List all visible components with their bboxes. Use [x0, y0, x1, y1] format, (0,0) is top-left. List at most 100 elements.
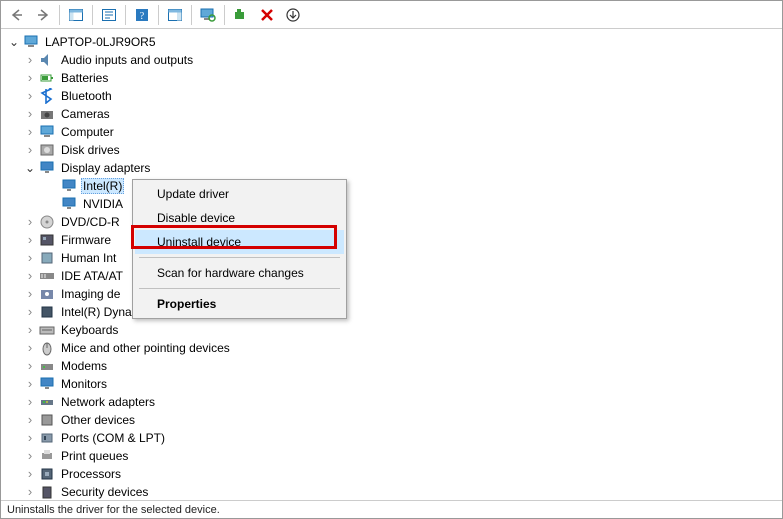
cpu-icon	[39, 466, 55, 482]
tree-category[interactable]: Audio inputs and outputs	[5, 51, 782, 69]
audio-icon	[39, 52, 55, 68]
tree-category[interactable]: Firmware	[5, 231, 782, 249]
tree-category[interactable]: Display adapters	[5, 159, 782, 177]
pane2-icon	[168, 9, 182, 21]
toolbar-back-button[interactable]	[5, 4, 29, 26]
expand-toggle[interactable]	[23, 71, 37, 85]
expand-toggle[interactable]	[7, 35, 21, 49]
expand-toggle[interactable]	[23, 467, 37, 481]
context-menu-item[interactable]: Disable device	[135, 206, 344, 230]
tree-category[interactable]: Bluetooth	[5, 87, 782, 105]
tree-category[interactable]: IDE ATA/AT	[5, 267, 782, 285]
context-menu-separator	[139, 257, 340, 258]
battery-icon	[39, 70, 55, 86]
context-menu-item[interactable]: Update driver	[135, 182, 344, 206]
help-icon: ?	[135, 8, 149, 22]
expand-toggle[interactable]	[23, 305, 37, 319]
status-bar: Uninstalls the driver for the selected d…	[1, 500, 782, 518]
remove-x-icon	[260, 8, 274, 22]
tree-category[interactable]: Modems	[5, 357, 782, 375]
tree-category[interactable]: Batteries	[5, 69, 782, 87]
toolbar-showpane-button[interactable]	[64, 4, 88, 26]
expand-toggle[interactable]	[23, 125, 37, 139]
tree-category-label: Computer	[59, 125, 116, 139]
expand-toggle[interactable]	[23, 323, 37, 337]
toolbar-forward-button[interactable]	[31, 4, 55, 26]
expand-toggle[interactable]	[23, 359, 37, 373]
toolbar-uninstall-button[interactable]	[255, 4, 279, 26]
expand-toggle[interactable]	[23, 395, 37, 409]
expand-none	[45, 179, 59, 193]
expand-toggle[interactable]	[23, 107, 37, 121]
expand-toggle[interactable]	[23, 89, 37, 103]
expand-toggle[interactable]	[23, 485, 37, 499]
toolbar-addlegacy-button[interactable]	[229, 4, 253, 26]
toolbar: ?	[1, 1, 782, 29]
tree-category[interactable]: Computer	[5, 123, 782, 141]
computer-scan-icon	[200, 8, 216, 22]
tree-category-label: Mice and other pointing devices	[59, 341, 232, 355]
tree-device-label: NVIDIA	[81, 197, 125, 211]
expand-toggle[interactable]	[23, 143, 37, 157]
firmware-icon	[39, 232, 55, 248]
print-icon	[39, 448, 55, 464]
ide-icon	[39, 268, 55, 284]
tree-category[interactable]: Cameras	[5, 105, 782, 123]
arrow-left-icon	[10, 8, 24, 22]
tree-category[interactable]: Print queues	[5, 447, 782, 465]
tree-category[interactable]: Intel(R) Dynamic Platform and Thermal Fr…	[5, 303, 782, 321]
expand-toggle[interactable]	[23, 449, 37, 463]
toolbar-scan-button[interactable]	[196, 4, 220, 26]
context-menu-item[interactable]: Uninstall device	[135, 230, 344, 254]
tree-category-label: Modems	[59, 359, 109, 373]
expand-toggle[interactable]	[23, 161, 37, 175]
context-menu-item[interactable]: Scan for hardware changes	[135, 261, 344, 285]
toolbar-action-button[interactable]	[163, 4, 187, 26]
pane-icon	[69, 9, 83, 21]
tree-category[interactable]: DVD/CD-R	[5, 213, 782, 231]
expand-none	[45, 197, 59, 211]
device-tree[interactable]: LAPTOP-0LJR9OR5 Audio inputs and outputs…	[1, 29, 782, 500]
tree-category[interactable]: Mice and other pointing devices	[5, 339, 782, 357]
toolbar-properties-button[interactable]	[97, 4, 121, 26]
tree-device[interactable]: NVIDIA	[5, 195, 782, 213]
expand-toggle[interactable]	[23, 287, 37, 301]
expand-toggle[interactable]	[23, 413, 37, 427]
computer-icon	[39, 124, 55, 140]
tree-category[interactable]: Keyboards	[5, 321, 782, 339]
network-icon	[39, 394, 55, 410]
circle-down-icon	[286, 8, 300, 22]
expand-toggle[interactable]	[23, 341, 37, 355]
properties-icon	[102, 9, 116, 21]
tree-category-label: Security devices	[59, 485, 150, 499]
context-menu-item[interactable]: Properties	[135, 292, 344, 316]
tree-category[interactable]: Network adapters	[5, 393, 782, 411]
expand-toggle[interactable]	[23, 431, 37, 445]
expand-toggle[interactable]	[23, 377, 37, 391]
toolbar-separator	[224, 5, 225, 25]
computer-icon	[23, 34, 39, 50]
imaging-icon	[39, 286, 55, 302]
tree-category[interactable]: Processors	[5, 465, 782, 483]
tree-device[interactable]: Intel(R)	[5, 177, 782, 195]
expand-toggle[interactable]	[23, 53, 37, 67]
other-icon	[39, 412, 55, 428]
tree-category[interactable]: Monitors	[5, 375, 782, 393]
tree-root[interactable]: LAPTOP-0LJR9OR5	[5, 33, 782, 51]
expand-toggle[interactable]	[23, 215, 37, 229]
expand-toggle[interactable]	[23, 233, 37, 247]
thermal-icon	[39, 304, 55, 320]
tree-category[interactable]: Ports (COM & LPT)	[5, 429, 782, 447]
expand-toggle[interactable]	[23, 269, 37, 283]
tree-category[interactable]: Other devices	[5, 411, 782, 429]
tree-category[interactable]: Imaging de	[5, 285, 782, 303]
tree-category[interactable]: Security devices	[5, 483, 782, 500]
tree-category-label: Disk drives	[59, 143, 122, 157]
toolbar-help-button[interactable]: ?	[130, 4, 154, 26]
tree-category[interactable]: Disk drives	[5, 141, 782, 159]
tree-category[interactable]: Human Int	[5, 249, 782, 267]
expand-toggle[interactable]	[23, 251, 37, 265]
tree-root-label: LAPTOP-0LJR9OR5	[43, 35, 158, 49]
camera-icon	[39, 106, 55, 122]
toolbar-down-button[interactable]	[281, 4, 305, 26]
